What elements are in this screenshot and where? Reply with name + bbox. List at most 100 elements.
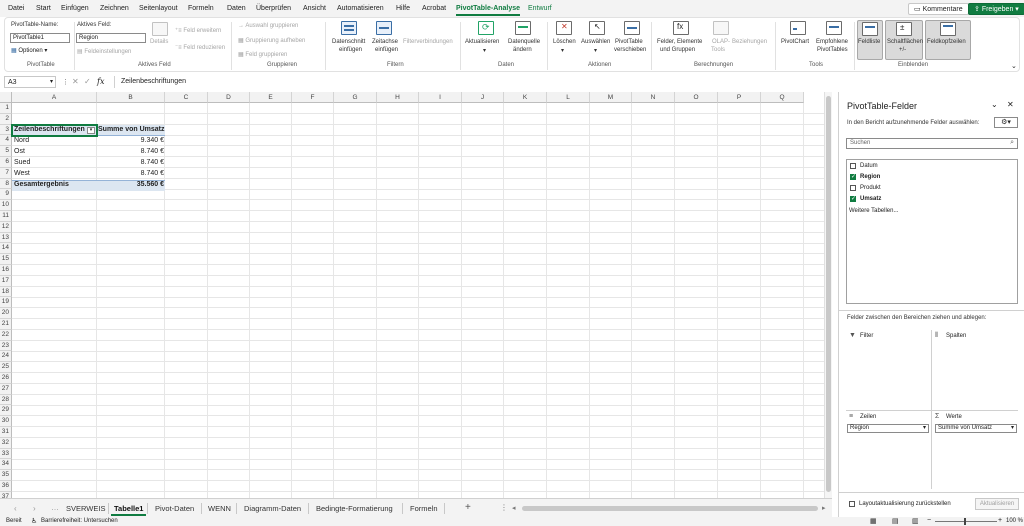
sheet-tab-formeln[interactable]: Formeln xyxy=(410,504,438,513)
change-source-label-2[interactable]: ändern xyxy=(513,47,532,53)
column-header[interactable]: I xyxy=(419,92,462,103)
row-header[interactable]: 16 xyxy=(0,265,12,276)
pivot-row-value[interactable]: 8.740 € xyxy=(97,169,165,180)
pivot-value-header[interactable]: Summe von Umsatz xyxy=(97,125,165,136)
column-header[interactable]: E xyxy=(250,92,292,103)
details-icon[interactable] xyxy=(152,22,168,36)
collapse-field-button[interactable]: ⁻≡ Feld reduzieren xyxy=(175,44,225,51)
column-header[interactable]: C xyxy=(165,92,208,103)
row-header[interactable]: 31 xyxy=(0,427,12,438)
row-header[interactable]: 8 xyxy=(0,178,12,190)
move-pivot-icon[interactable] xyxy=(624,21,640,35)
ungroup-button[interactable]: ▦ Gruppierung aufheben xyxy=(238,37,305,44)
zoom-level[interactable]: 100 % xyxy=(1006,518,1023,524)
zoom-slider-thumb[interactable] xyxy=(964,518,966,525)
select-dropdown-icon[interactable]: ▾ xyxy=(594,47,597,54)
pivot-total-label[interactable]: Gesamtergebnis xyxy=(13,180,97,191)
column-header[interactable]: A xyxy=(12,92,97,103)
fields-items-icon[interactable]: fx xyxy=(673,21,689,35)
column-header[interactable]: F xyxy=(292,92,334,103)
insert-function-icon[interactable]: fx xyxy=(97,77,104,86)
row-header[interactable]: 25 xyxy=(0,362,12,373)
move-pivot-label-2[interactable]: verschieben xyxy=(614,47,646,53)
menu-seitenlayout[interactable]: Seitenlayout xyxy=(139,5,178,12)
row-header[interactable]: 34 xyxy=(0,459,12,471)
menu-datei[interactable]: Datei xyxy=(8,5,24,12)
rows-item-region[interactable]: Region ▾ xyxy=(847,424,929,433)
row-header[interactable]: 20 xyxy=(0,308,12,319)
menu-acrobat[interactable]: Acrobat xyxy=(422,5,446,12)
slicer-label-2[interactable]: einfügen xyxy=(339,47,362,53)
values-area[interactable]: Σ Werte Summe von Umsatz ▾ xyxy=(932,411,1018,489)
share-button[interactable]: ⇪ Freigeben ▾ xyxy=(968,3,1024,15)
timeline-label-1[interactable]: Zeitachse xyxy=(372,39,398,45)
field-checkbox-umsatz[interactable] xyxy=(850,195,856,202)
expand-field-button[interactable]: ⁺≡ Feld erweitern xyxy=(175,27,221,34)
pivottable-name-input[interactable]: PivotTable1 xyxy=(10,33,70,43)
defer-update-checkbox[interactable] xyxy=(849,501,855,507)
group-field-button[interactable]: ▦ Feld gruppieren xyxy=(238,51,287,58)
scroll-right-icon[interactable]: ▸ xyxy=(822,504,826,512)
row-header[interactable]: 29 xyxy=(0,405,12,417)
select-button[interactable]: Auswählen xyxy=(581,39,610,45)
menu-daten[interactable]: Daten xyxy=(227,5,246,12)
fields-items-label-2[interactable]: und Gruppen xyxy=(660,47,695,53)
field-label-produkt[interactable]: Produkt xyxy=(860,185,881,191)
menu-ueberpruefen[interactable]: Überprüfen xyxy=(256,5,291,12)
change-source-icon[interactable] xyxy=(515,21,531,35)
field-settings-button[interactable]: ▤ Feldeinstellungen xyxy=(77,48,131,55)
pivot-row-label[interactable]: Ost xyxy=(13,147,97,158)
row-header[interactable]: 14 xyxy=(0,243,12,255)
pivot-row-label[interactable]: Nord xyxy=(13,136,97,147)
group-selection-button[interactable]: → Auswahl gruppieren xyxy=(238,23,298,29)
pivot-row-label[interactable]: West xyxy=(13,169,97,180)
column-header[interactable]: M xyxy=(590,92,632,103)
defer-update-label[interactable]: Layoutaktualisierung zurückstellen xyxy=(859,501,951,507)
column-header[interactable]: B xyxy=(97,92,165,103)
clear-dropdown-icon[interactable]: ▾ xyxy=(561,47,564,54)
menu-automatisieren[interactable]: Automatisieren xyxy=(337,5,384,12)
row-header[interactable]: 17 xyxy=(0,275,12,287)
row-header[interactable]: 35 xyxy=(0,470,12,481)
select-icon[interactable]: ↖ xyxy=(589,21,605,35)
menu-start[interactable]: Start xyxy=(36,5,51,12)
menu-hilfe[interactable]: Hilfe xyxy=(396,5,410,12)
recommended-icon[interactable] xyxy=(826,21,842,35)
scroll-left-icon[interactable]: ‹ xyxy=(14,504,17,513)
row-header[interactable]: 4 xyxy=(0,135,12,147)
refresh-icon[interactable]: ⟳ xyxy=(478,21,494,35)
spreadsheet-grid[interactable]: ABCDEFGHIJKLMNOPQ 1 2 3 4 5 6 7 8 9 10 11 12 13 14 15 1… xyxy=(0,92,832,498)
filter-connections-button[interactable]: Filterverbindungen xyxy=(403,39,453,45)
vertical-scrollbar[interactable] xyxy=(824,92,832,498)
confirm-icon[interactable]: ✓ xyxy=(84,77,91,86)
menu-zeichnen[interactable]: Zeichnen xyxy=(100,5,129,12)
relationships-button[interactable]: Beziehungen xyxy=(732,39,767,45)
fields-items-label-1[interactable]: Felder, Elemente xyxy=(657,39,702,45)
field-checkbox-produkt[interactable] xyxy=(850,185,856,191)
menu-formeln[interactable]: Formeln xyxy=(188,5,214,12)
sheet-tab-wenn[interactable]: WENN xyxy=(208,504,231,513)
sheet-tab-sverweis[interactable]: SVERWEIS xyxy=(66,504,105,513)
column-header[interactable]: K xyxy=(504,92,547,103)
columns-area[interactable]: ⦀ Spalten xyxy=(932,330,1018,410)
sheet-tab-bedingte-formatierung[interactable]: Bedingte-Formatierung xyxy=(316,504,393,513)
row-header[interactable]: 10 xyxy=(0,200,12,211)
pivot-row-value[interactable]: 8.740 € xyxy=(97,147,165,158)
row-header[interactable]: 11 xyxy=(0,211,12,222)
page-break-icon[interactable]: ▥ xyxy=(912,517,919,525)
slicer-icon[interactable] xyxy=(341,21,357,35)
cancel-icon[interactable]: ✕ xyxy=(72,77,79,86)
olap-label-2[interactable]: Tools xyxy=(711,47,725,53)
row-header[interactable]: 27 xyxy=(0,383,12,395)
menu-entwurf[interactable]: Entwurf xyxy=(528,5,552,12)
column-header[interactable]: P xyxy=(718,92,761,103)
row-header[interactable]: 32 xyxy=(0,437,12,449)
sheet-tab-diagramm-daten[interactable]: Diagramm-Daten xyxy=(244,504,301,513)
recommended-label-1[interactable]: Empfohlene xyxy=(816,39,848,45)
timeline-label-2[interactable]: einfügen xyxy=(375,47,398,53)
row-header[interactable]: 36 xyxy=(0,481,12,492)
row-header[interactable]: 9 xyxy=(0,189,12,201)
options-button[interactable]: ▦ Optionen ▾ xyxy=(11,47,47,54)
field-checkbox-region[interactable] xyxy=(850,173,856,180)
more-tables-link[interactable]: Weitere Tabellen... xyxy=(849,208,898,214)
